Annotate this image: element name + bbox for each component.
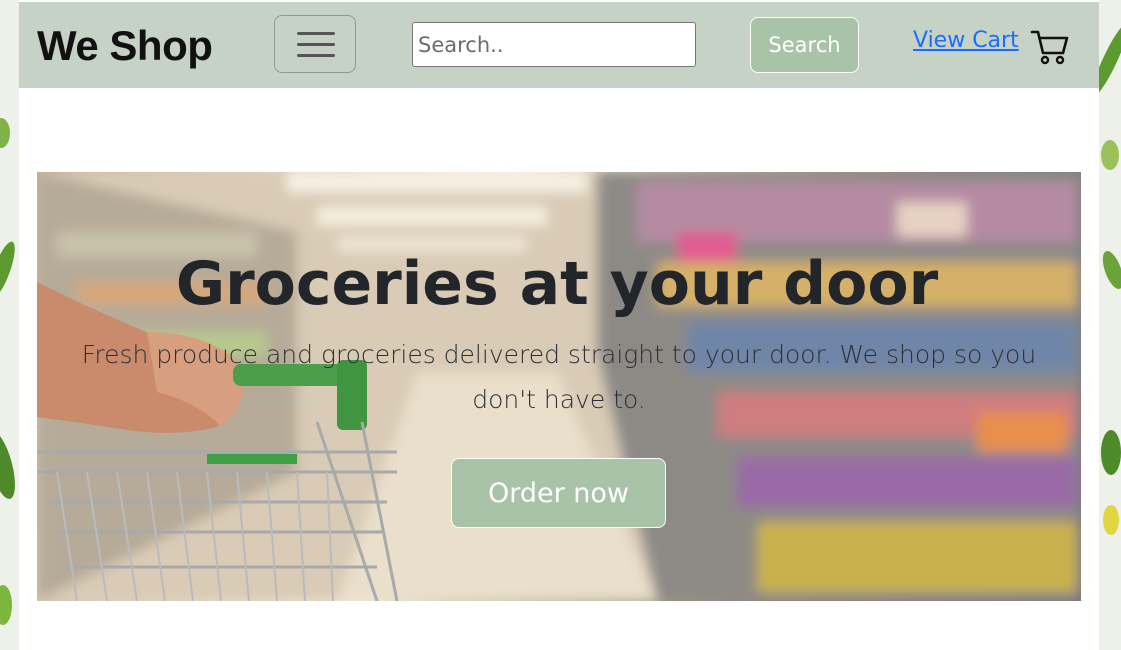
hero-description: Fresh produce and groceries delivered st… <box>81 340 1037 414</box>
hamburger-menu-icon-bar <box>297 43 335 46</box>
left-background-decoration <box>0 0 20 650</box>
page-container: We Shop Search View Cart <box>19 0 1099 650</box>
search-button[interactable]: Search <box>750 17 859 73</box>
hero-title: Groceries at your door <box>37 248 1081 320</box>
search-input[interactable] <box>412 22 696 67</box>
brand-logo[interactable]: We Shop <box>37 20 213 72</box>
shopping-cart-icon[interactable] <box>1030 27 1070 67</box>
hero-title-text: Groceries at your door <box>175 249 939 319</box>
right-background-decoration <box>1099 0 1121 650</box>
navbar: We Shop Search View Cart <box>19 2 1099 88</box>
menu-toggle-button[interactable] <box>274 15 356 73</box>
order-now-button[interactable]: Order now <box>451 458 666 528</box>
hamburger-menu-icon-bar <box>297 54 335 57</box>
hero-banner: Groceries at your door Fresh produce and… <box>37 172 1081 601</box>
hamburger-menu-icon <box>297 32 335 35</box>
view-cart-link[interactable]: View Cart <box>913 28 1019 53</box>
